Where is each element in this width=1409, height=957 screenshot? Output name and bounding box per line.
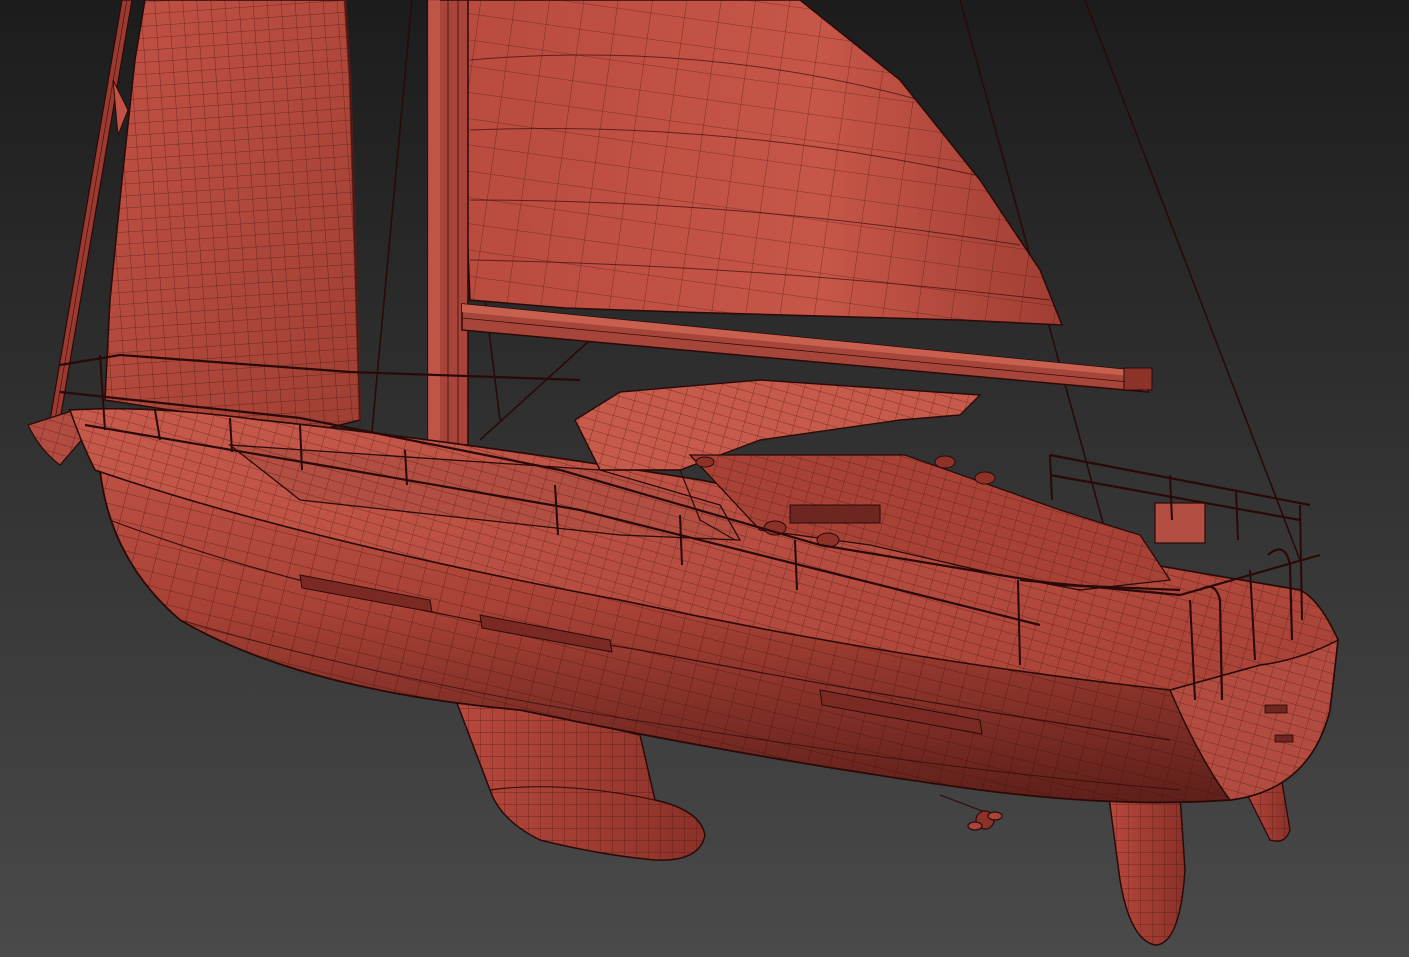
jib-sail	[104, 0, 362, 431]
viewport-scene[interactable]	[0, 0, 1409, 957]
mast	[423, 0, 473, 461]
3d-viewport[interactable]	[0, 0, 1409, 957]
